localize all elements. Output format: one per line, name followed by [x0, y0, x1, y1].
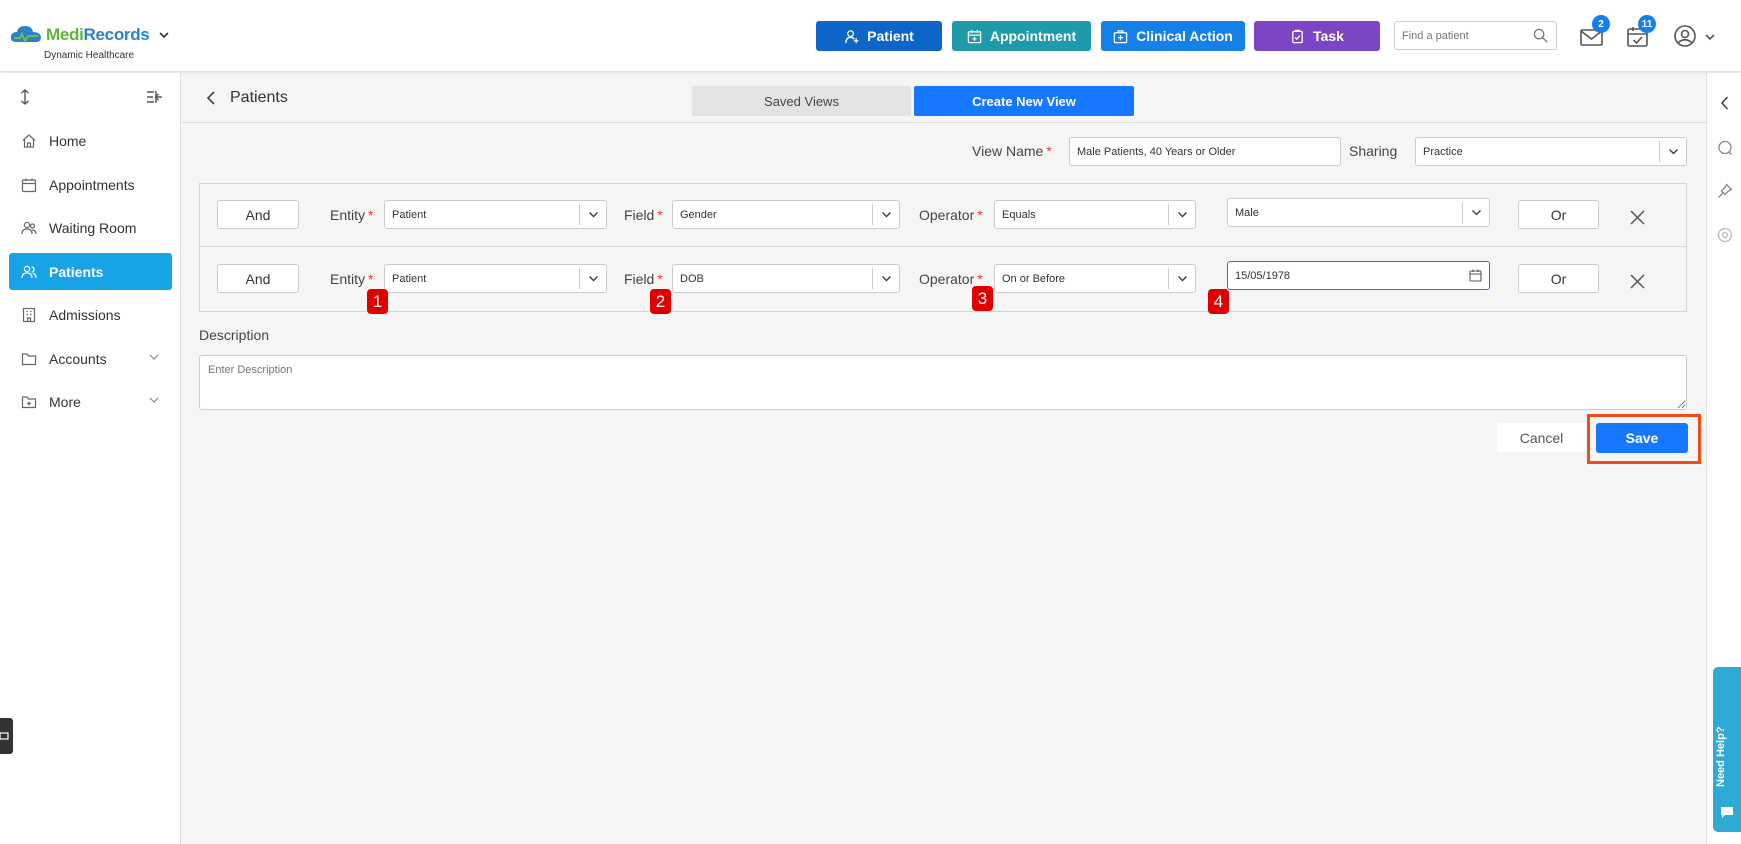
operator-label: Operator * [919, 271, 983, 287]
value-select[interactable]: Male [1227, 198, 1490, 227]
cloud-logo-icon [10, 26, 41, 44]
collapse-sidebar-icon[interactable] [146, 90, 163, 104]
entity-label: Entity * [330, 207, 374, 223]
folder-icon [21, 352, 37, 365]
save-button[interactable]: Save [1596, 423, 1688, 453]
field-select[interactable]: Gender [672, 200, 900, 229]
new-appointment-button[interactable]: Appointment [952, 21, 1091, 51]
page-title: Patients [230, 89, 288, 106]
field-label: Field * [624, 271, 663, 287]
chevron-down-icon [149, 397, 159, 403]
or-button[interactable]: Or [1518, 200, 1599, 229]
close-icon[interactable] [1629, 273, 1646, 290]
entity-select[interactable]: Patient [384, 200, 607, 229]
chevron-down-icon [881, 211, 891, 218]
chevron-down-icon [1471, 209, 1481, 216]
home-icon [22, 133, 36, 148]
and-button[interactable]: And [217, 264, 299, 293]
field-label: Field * [624, 207, 663, 223]
chevron-down-icon[interactable] [1704, 31, 1716, 43]
chevron-down-icon [588, 211, 598, 218]
filter-divider [199, 246, 1687, 247]
brand-name: MediRecords [46, 25, 150, 44]
need-help-label: Need Help? [1715, 726, 1727, 787]
brand-logo[interactable]: MediRecords [10, 24, 171, 46]
mail-badge: 2 [1592, 15, 1610, 33]
calendar-icon[interactable] [1469, 269, 1482, 282]
step-marker-3: 3 [972, 286, 993, 311]
chevron-down-icon [881, 275, 891, 282]
new-task-button[interactable]: Task [1254, 21, 1380, 51]
chevron-left-icon[interactable] [1717, 95, 1733, 111]
calendar-add-icon [967, 29, 982, 43]
print-icon [0, 732, 9, 740]
sidebar-item-home[interactable]: Home [9, 122, 172, 159]
breadcrumb: Patients [204, 89, 288, 107]
calendar-badge: 11 [1638, 15, 1656, 33]
sidebar-item-patients[interactable]: Patients [9, 253, 172, 290]
patients-icon [21, 265, 37, 278]
patient-search [1394, 21, 1557, 50]
new-patient-button[interactable]: Patient [816, 21, 942, 51]
description-textarea[interactable] [199, 355, 1687, 410]
operator-select[interactable]: Equals [994, 200, 1196, 229]
left-edge-tab[interactable] [0, 718, 13, 754]
step-marker-4: 4 [1208, 289, 1229, 314]
entity-select[interactable]: Patient [384, 264, 607, 293]
sidebar-item-accounts[interactable]: Accounts [9, 340, 172, 377]
or-button[interactable]: Or [1518, 264, 1599, 293]
chevron-down-icon [1668, 148, 1678, 155]
people-icon [21, 221, 37, 234]
mention-icon[interactable] [1717, 227, 1733, 243]
field-select[interactable]: DOB [672, 264, 900, 293]
brand-subtitle: Dynamic Healthcare [44, 50, 135, 61]
sharing-select[interactable]: Practice [1415, 137, 1687, 166]
cancel-button[interactable]: Cancel [1497, 423, 1586, 452]
step-marker-1: 1 [367, 289, 388, 314]
chevron-down-icon [1177, 275, 1187, 282]
chevron-down-icon [588, 275, 598, 282]
user-avatar-icon[interactable] [1673, 24, 1699, 50]
chat-icon[interactable] [1717, 140, 1733, 156]
close-icon[interactable] [1629, 209, 1646, 226]
and-button[interactable]: And [217, 200, 299, 229]
clinical-action-button[interactable]: Clinical Action [1101, 21, 1245, 51]
tab-saved-views[interactable]: Saved Views [692, 86, 911, 116]
folder-add-icon [21, 395, 37, 408]
person-add-icon [845, 29, 859, 43]
view-tabs: Saved Views Create New View [692, 86, 1134, 116]
medical-kit-icon [1113, 29, 1128, 43]
building-icon [22, 307, 36, 322]
search-icon[interactable] [1533, 28, 1548, 43]
sidebar-item-waiting-room[interactable]: Waiting Room [9, 209, 172, 246]
entity-label: Entity * [330, 271, 374, 287]
expand-vertical-icon[interactable] [18, 89, 32, 105]
operator-label: Operator * [919, 207, 983, 223]
calendar-icon [21, 178, 37, 192]
step-marker-2: 2 [650, 289, 671, 314]
patient-search-input[interactable] [1395, 22, 1525, 49]
view-name-label: View Name * [972, 143, 1052, 159]
need-help-tab[interactable]: Need Help? [1713, 667, 1741, 832]
clipboard-icon [1292, 29, 1303, 43]
chevron-down-icon [149, 354, 159, 360]
chevron-down-icon[interactable] [157, 28, 171, 42]
sidebar-item-admissions[interactable]: Admissions [9, 296, 172, 333]
top-header: MediRecords Dynamic Healthcare Patient A… [0, 0, 1741, 72]
chat-bubble-icon [1721, 807, 1733, 818]
pin-icon[interactable] [1717, 183, 1733, 199]
chevron-down-icon [1177, 211, 1187, 218]
content-divider [182, 122, 1706, 123]
description-label: Description [199, 327, 270, 343]
sharing-label: Sharing [1349, 143, 1398, 159]
sidebar-item-more[interactable]: More [9, 383, 172, 420]
operator-select[interactable]: On or Before [994, 264, 1196, 293]
back-arrow-icon[interactable] [204, 90, 218, 106]
tab-create-new-view[interactable]: Create New View [914, 86, 1134, 116]
view-name-input[interactable]: Male Patients, 40 Years or Older [1069, 137, 1341, 166]
sidebar-item-appointments[interactable]: Appointments [9, 166, 172, 203]
date-input[interactable]: 15/05/1978 [1227, 261, 1490, 290]
